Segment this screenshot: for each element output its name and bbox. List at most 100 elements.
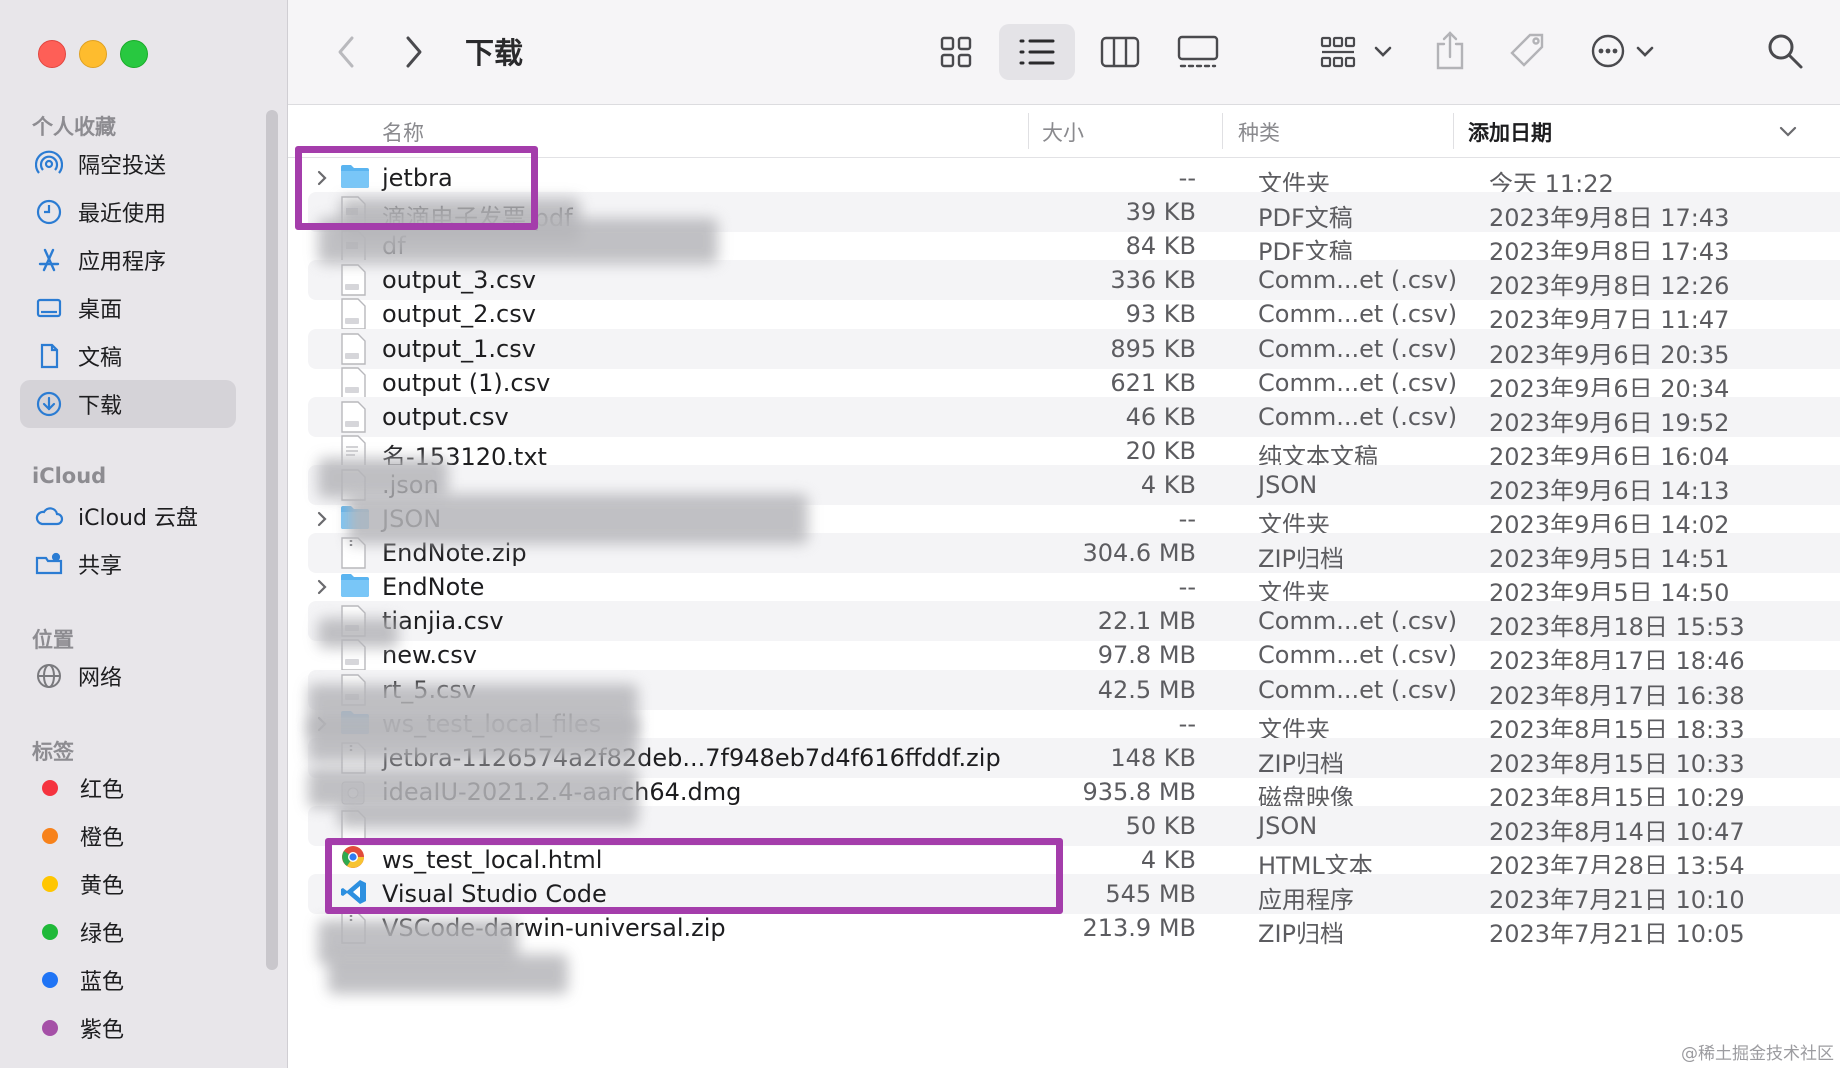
clock-icon xyxy=(34,197,64,227)
sidebar: 个人收藏 隔空投送 最近使用 应用程序 桌面 文稿 下载 iCloud iClo… xyxy=(0,0,288,1068)
sidebar-item-desktop[interactable]: 桌面 xyxy=(20,284,236,332)
file-name: tianjia.csv xyxy=(382,607,504,636)
file-size: 42.5 MB xyxy=(1097,675,1196,704)
sort-chevron-down-icon[interactable] xyxy=(1778,123,1798,142)
file-size: 213.9 MB xyxy=(1082,914,1196,943)
file-size: 20 KB xyxy=(1125,436,1196,465)
file-kind: JSON xyxy=(1258,470,1318,499)
sidebar-item-airdrop[interactable]: 隔空投送 xyxy=(20,140,236,188)
tag-dot-icon xyxy=(42,972,58,988)
privacy-blur xyxy=(318,618,398,648)
search-icon xyxy=(1768,34,1803,69)
locations-heading: 位置 xyxy=(32,628,74,652)
column-kind-header[interactable]: 种类 xyxy=(1238,117,1280,147)
sidebar-item-label: 绿色 xyxy=(80,922,125,947)
group-by-button[interactable] xyxy=(1318,28,1402,76)
search-button[interactable] xyxy=(1760,26,1810,76)
column-size-header[interactable]: 大小 xyxy=(1042,117,1084,147)
tags-button[interactable] xyxy=(1504,26,1552,76)
list-view-button[interactable] xyxy=(999,24,1075,80)
ellipsis-circle-icon xyxy=(1591,34,1654,68)
icloud-heading: iCloud xyxy=(32,464,107,488)
sidebar-item-label: 最近使用 xyxy=(78,202,167,227)
file-row[interactable]: VSCode-darwin-universal.zip 213.9 MB ZIP归档… xyxy=(308,908,1840,948)
file-size: 935.8 MB xyxy=(1082,777,1196,806)
file-kind: Comm...et (.csv) xyxy=(1258,402,1458,431)
sidebar-item-label: 黄色 xyxy=(80,874,125,899)
tag-icon xyxy=(1510,33,1544,67)
sidebar-item-label: 橙色 xyxy=(80,826,125,851)
file-size: 4 KB xyxy=(1140,470,1196,499)
columns-icon xyxy=(1100,36,1140,68)
file-size: -- xyxy=(1178,573,1196,602)
download-icon xyxy=(34,389,64,419)
privacy-blur xyxy=(328,954,568,994)
file-list: jetbra--文件夹今天 11:22滴滴电子发票.pdf39 KBPDF文稿2… xyxy=(288,158,1840,1068)
column-divider[interactable] xyxy=(1028,113,1029,149)
sidebar-item-network[interactable]: 网络 xyxy=(20,652,236,700)
more-actions-button[interactable] xyxy=(1588,26,1672,76)
file-size: 148 KB xyxy=(1110,743,1196,772)
document-icon xyxy=(34,341,64,371)
file-size: 545 MB xyxy=(1105,880,1196,909)
file-name: EndNote xyxy=(382,573,485,602)
column-name-header[interactable]: 名称 xyxy=(382,117,424,147)
grid-icon xyxy=(940,36,972,68)
column-divider[interactable] xyxy=(1222,113,1223,149)
file-size: 22.1 MB xyxy=(1097,607,1196,636)
file-size: 46 KB xyxy=(1125,402,1196,431)
tag-dot-icon xyxy=(42,828,58,844)
column-date-header[interactable]: 添加日期 xyxy=(1468,117,1552,147)
sidebar-tag-green[interactable]: 绿色 xyxy=(20,908,236,956)
icon-view-button[interactable] xyxy=(932,28,980,76)
file-size: 4 KB xyxy=(1140,846,1196,874)
file-size: 621 KB xyxy=(1110,368,1196,397)
close-window-button[interactable] xyxy=(38,40,66,68)
csv-file-icon xyxy=(340,264,370,296)
sidebar-item-recents[interactable]: 最近使用 xyxy=(20,188,236,236)
sidebar-item-label: 桌面 xyxy=(78,298,123,323)
disclosure-chevron-icon[interactable] xyxy=(312,506,332,532)
disclosure-chevron-icon[interactable] xyxy=(312,574,332,600)
chevron-left-icon xyxy=(338,36,354,68)
sidebar-item-label: 文稿 xyxy=(78,346,123,371)
globe-icon xyxy=(34,661,64,691)
tags-heading: 标签 xyxy=(32,740,74,764)
file-kind: Comm...et (.csv) xyxy=(1258,675,1458,704)
sidebar-item-downloads[interactable]: 下载 xyxy=(20,380,236,428)
toolbar: 下载 xyxy=(288,0,1840,105)
sidebar-item-label: 紫色 xyxy=(80,1018,125,1043)
sidebar-item-documents[interactable]: 文稿 xyxy=(20,332,236,380)
sidebar-tag-red[interactable]: 红色 xyxy=(20,764,236,812)
tag-dot-icon xyxy=(42,924,58,940)
gallery-view-button[interactable] xyxy=(1170,28,1226,76)
sidebar-item-label: 隔空投送 xyxy=(78,154,167,179)
tag-dot-icon xyxy=(42,780,58,796)
desktop-icon xyxy=(34,293,64,323)
sidebar-scrollbar[interactable] xyxy=(266,110,278,970)
zoom-window-button[interactable] xyxy=(120,40,148,68)
sidebar-tag-purple[interactable]: 紫色 xyxy=(20,1004,236,1052)
sidebar-item-label: 网络 xyxy=(78,666,123,691)
share-button[interactable] xyxy=(1428,26,1472,76)
forward-button[interactable] xyxy=(396,32,432,72)
sidebar-tag-blue[interactable]: 蓝色 xyxy=(20,956,236,1004)
column-view-button[interactable] xyxy=(1096,28,1144,76)
privacy-blur xyxy=(318,458,448,498)
sidebar-tag-orange[interactable]: 橙色 xyxy=(20,812,236,860)
sidebar-item-icloud-drive[interactable]: iCloud 云盘 xyxy=(20,492,236,540)
highlight-box-folder xyxy=(295,146,538,230)
file-name: output (1).csv xyxy=(382,368,551,397)
file-kind: Comm...et (.csv) xyxy=(1258,641,1458,670)
sidebar-tag-yellow[interactable]: 黄色 xyxy=(20,860,236,908)
apps-icon xyxy=(34,245,64,275)
sidebar-item-applications[interactable]: 应用程序 xyxy=(20,236,236,284)
sidebar-item-shared[interactable]: 共享 xyxy=(20,540,236,588)
folder-icon xyxy=(340,571,370,603)
column-divider[interactable] xyxy=(1453,113,1454,149)
minimize-window-button[interactable] xyxy=(79,40,107,68)
file-size: 84 KB xyxy=(1125,232,1196,261)
back-button[interactable] xyxy=(328,32,364,72)
file-name: output_2.csv xyxy=(382,300,536,329)
sidebar-item-label: 应用程序 xyxy=(78,250,167,275)
